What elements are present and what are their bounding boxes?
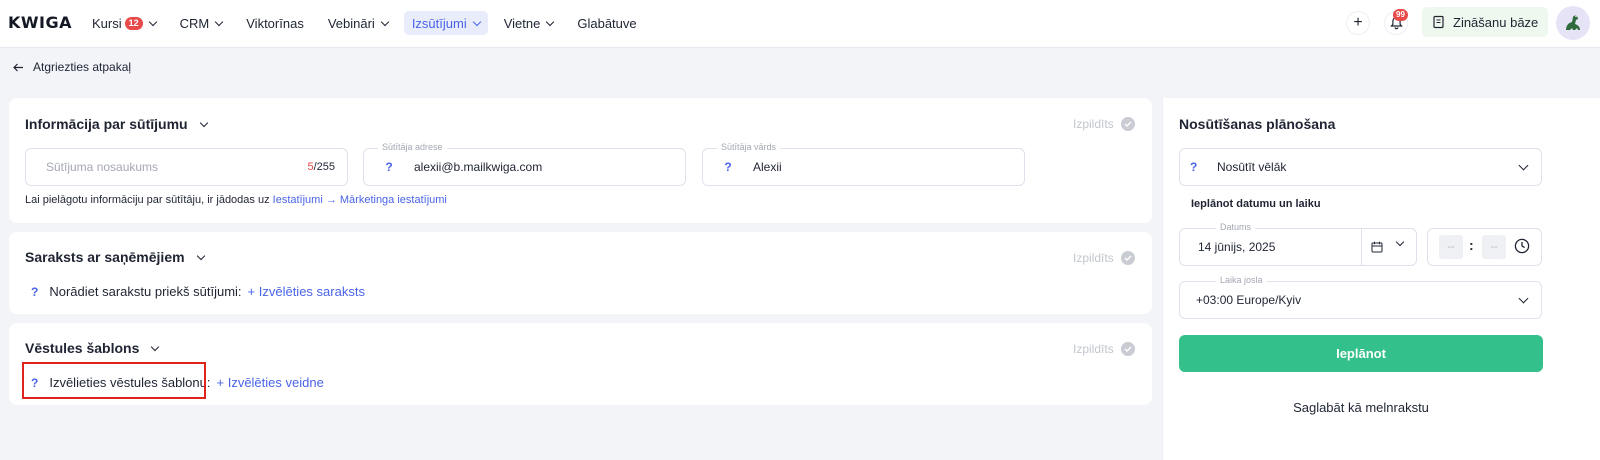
plan-date-time-label: Ieplānot datumu un laiku: [1191, 198, 1321, 210]
recipients-label: Norādiet sarakstu priekš sūtījumi:: [49, 284, 242, 299]
choose-template-link[interactable]: + Izvēlēties veidne: [217, 375, 324, 390]
calendar-icon: [1371, 241, 1383, 253]
date-value: 14 jūnijs, 2025: [1198, 240, 1276, 254]
nav-item-label: Viktorīnas: [246, 15, 304, 31]
hint-text: Lai pielāgotu informāciju par sūtītāju, …: [25, 194, 273, 206]
sender-address-label: Sūtītāja adrese: [378, 142, 447, 152]
section-status: Izpildīts: [1073, 342, 1135, 356]
dinosaur-icon: [1566, 15, 1580, 30]
chevron-down-icon: [196, 251, 205, 260]
check-circle-icon: [1120, 342, 1135, 356]
time-picker-field[interactable]: -- : --: [1427, 228, 1542, 266]
chevron-down-icon: [1518, 160, 1529, 171]
date-picker-field[interactable]: Datums 14 jūnijs, 2025: [1179, 222, 1417, 266]
nav-item-label: Glabātuve: [577, 15, 637, 31]
nav-item-vebinari[interactable]: Vebināri: [320, 11, 396, 35]
timezone-select[interactable]: Laika josla +03:00 Europe/Kyiv: [1179, 275, 1542, 319]
status-label: Izpildīts: [1073, 117, 1114, 131]
book-icon: [1433, 15, 1444, 29]
knowledge-base-label: Zināšanu bāze: [1453, 14, 1539, 30]
check-circle-icon: [1120, 117, 1135, 131]
nav-item-label: CRM: [179, 15, 210, 31]
sender-address-value: alexii@b.mailkwiga.com: [414, 160, 543, 174]
mailing-name-field[interactable]: Sūtījuma nosaukums 5/255: [25, 148, 348, 186]
schedule-title: Nosūtīšanas plānošana: [1179, 116, 1336, 132]
section-title: Vēstules šablons: [25, 340, 140, 356]
check-circle-icon: [1120, 251, 1135, 265]
notifications-count-badge: 99: [1393, 9, 1408, 21]
nav-item-label: Vebināri: [327, 15, 375, 31]
nav-item-kursi[interactable]: Kursi 12: [84, 11, 164, 35]
date-label: Datums: [1216, 222, 1256, 232]
main-nav: Kursi 12 CRM Viktorīnas Vebināri Izsūtīj…: [84, 11, 653, 35]
section-title: Saraksts ar saņēmējiem: [25, 249, 185, 265]
sender-name-value: Alexii: [753, 160, 782, 174]
chevron-down-icon: [148, 17, 157, 26]
help-icon[interactable]: ?: [713, 160, 743, 174]
plus-icon: +: [1353, 14, 1363, 31]
nav-item-label: Izsūtījumi: [411, 15, 467, 31]
back-link[interactable]: Atgriezties atpakaļ: [13, 60, 131, 74]
counter-max: /255: [313, 161, 335, 173]
time-separator: :: [1469, 237, 1474, 253]
chevron-down-icon: [472, 17, 481, 26]
hour-input[interactable]: --: [1439, 235, 1463, 259]
info-section-header[interactable]: Informācija par sūtījumu: [25, 116, 208, 132]
minute-input[interactable]: --: [1482, 235, 1506, 259]
knowledge-base-button[interactable]: Zināšanu bāze: [1422, 7, 1549, 37]
divider: [1361, 229, 1362, 265]
clock-icon[interactable]: [1514, 238, 1530, 254]
mailing-name-placeholder: Sūtījuma nosaukums: [46, 160, 159, 174]
send-mode-select[interactable]: ? Nosūtīt vēlāk: [1179, 148, 1542, 186]
back-link-label: Atgriezties atpakaļ: [33, 60, 132, 74]
chevron-down-icon: [546, 17, 555, 26]
help-icon[interactable]: ?: [1190, 160, 1204, 174]
timezone-label: Laika josla: [1216, 275, 1267, 285]
add-button[interactable]: +: [1347, 12, 1369, 34]
chevron-down-icon: [151, 342, 160, 351]
section-status: Izpildīts: [1073, 117, 1135, 131]
schedule-button[interactable]: Ieplānot: [1179, 335, 1543, 372]
nav-item-izsutijumi[interactable]: Izsūtījumi: [403, 11, 488, 35]
template-section-header[interactable]: Vēstules šablons: [25, 340, 160, 356]
user-avatar[interactable]: [1556, 6, 1590, 40]
help-icon[interactable]: ?: [374, 160, 404, 174]
help-icon[interactable]: ?: [31, 285, 38, 299]
sender-address-field[interactable]: Sūtītāja adrese ? alexii@b.mailkwiga.com: [363, 142, 686, 186]
arrow-left-icon: [13, 63, 23, 71]
status-label: Izpildīts: [1073, 342, 1114, 356]
chevron-down-icon: [199, 118, 208, 127]
sender-name-field[interactable]: Sūtītāja vārds ? Alexii: [702, 142, 1025, 186]
chevron-down-icon: [215, 17, 224, 26]
sender-name-label: Sūtītāja vārds: [717, 142, 781, 152]
recipients-section-header[interactable]: Saraksts ar saņēmējiem: [25, 249, 205, 265]
recipients-section-card: [9, 232, 1152, 314]
highlight-box: [22, 362, 206, 399]
character-counter: 5/255: [307, 161, 335, 173]
chevron-down-icon: [1518, 293, 1529, 304]
courses-count-badge: 12: [124, 16, 143, 30]
status-label: Izpildīts: [1073, 251, 1114, 265]
nav-item-glabatuve[interactable]: Glabātuve: [569, 11, 644, 35]
timezone-value: +03:00 Europe/Kyiv: [1196, 293, 1302, 307]
section-status: Izpildīts: [1073, 251, 1135, 265]
section-title: Informācija par sūtījumu: [25, 116, 188, 132]
nav-item-vietne[interactable]: Vietne: [496, 11, 562, 35]
chevron-down-icon: [1395, 237, 1405, 247]
chevron-down-icon: [380, 17, 390, 26]
send-mode-value: Nosūtīt vēlāk: [1217, 160, 1287, 174]
save-draft-button[interactable]: Saglabāt kā melnrakstu: [1179, 396, 1543, 418]
nav-item-viktorinas[interactable]: Viktorīnas: [238, 11, 312, 35]
sender-settings-hint: Lai pielāgotu informāciju par sūtītāju, …: [25, 194, 447, 206]
recipients-row: ? Norādiet sarakstu priekš sūtījumi: + I…: [31, 284, 365, 299]
nav-item-crm[interactable]: CRM: [172, 11, 231, 35]
nav-item-label: Kursi: [92, 15, 122, 31]
marketing-settings-link[interactable]: Iestatījumi → Mārketinga iestatījumi: [273, 194, 447, 206]
kwiga-logo[interactable]: KWIGA: [8, 13, 72, 32]
top-navigation-bar: KWIGA Kursi 12 CRM Viktorīnas Vebināri I…: [0, 0, 1600, 48]
choose-list-link[interactable]: + Izvēlēties saraksts: [248, 284, 365, 299]
nav-item-label: Vietne: [503, 15, 541, 31]
